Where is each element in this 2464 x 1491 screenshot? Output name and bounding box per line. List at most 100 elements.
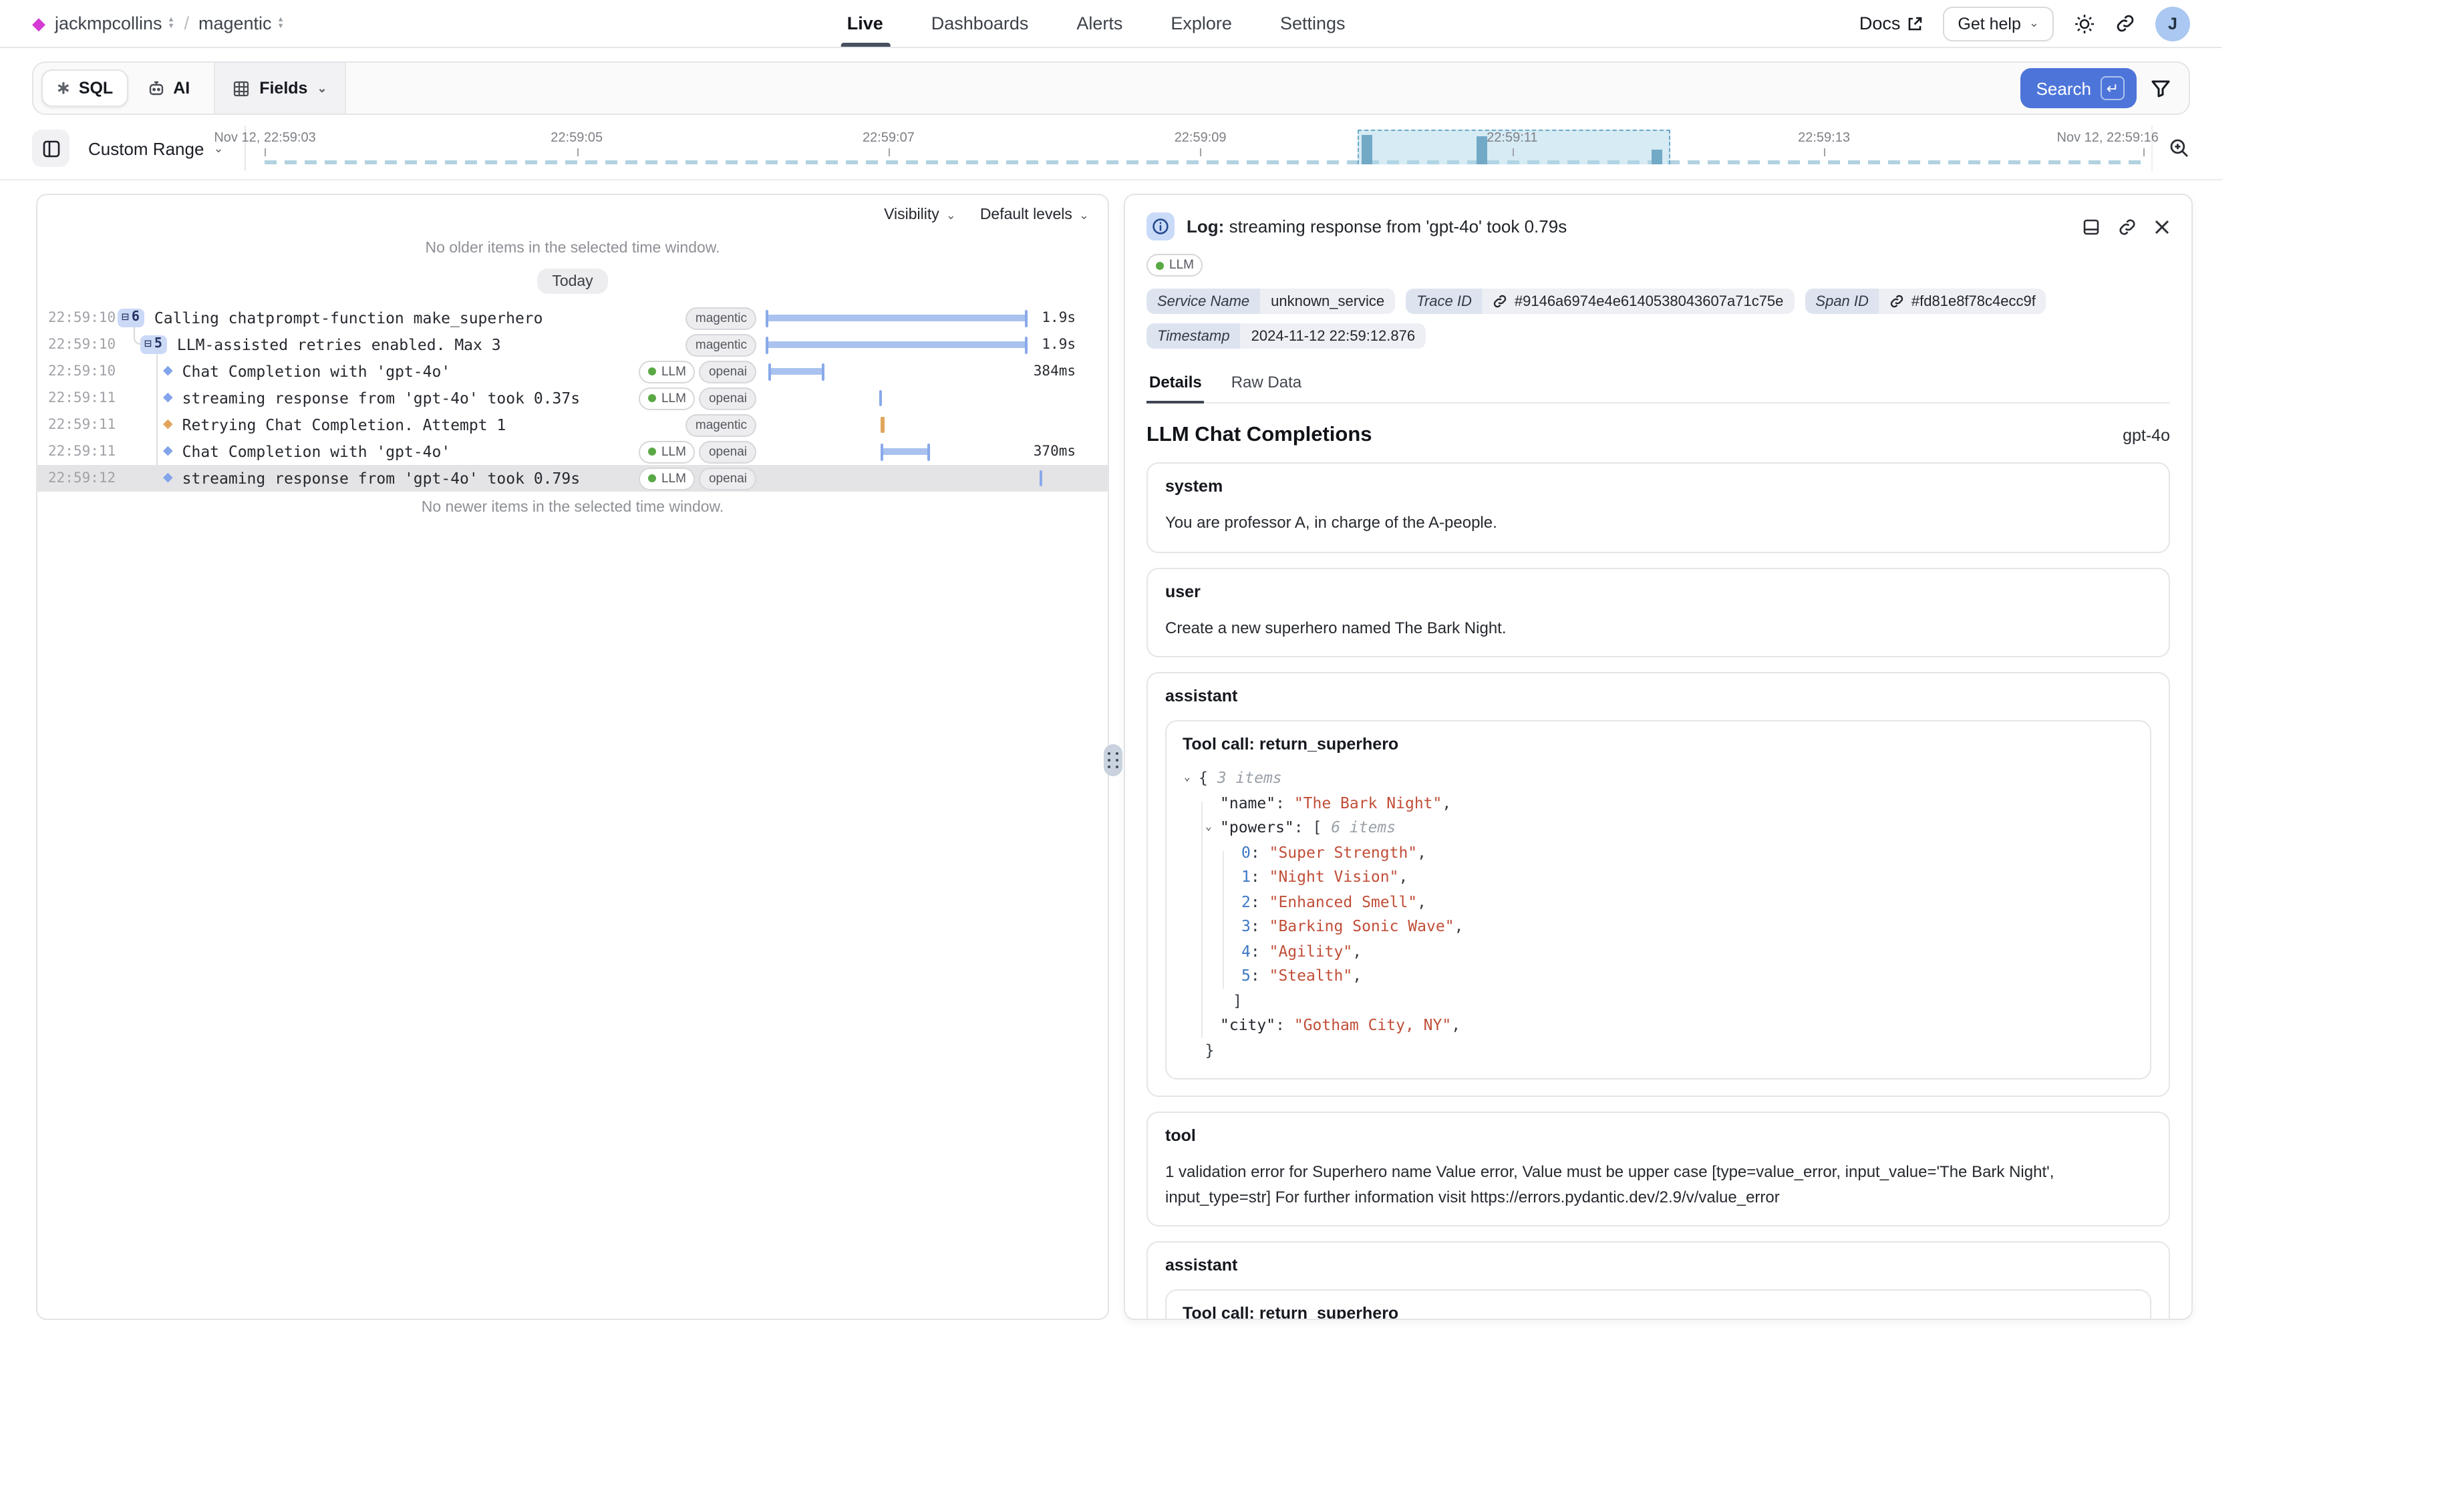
tag-chip-label: openai bbox=[709, 442, 747, 462]
search-input[interactable] bbox=[346, 63, 2020, 114]
custom-range-dropdown[interactable]: Custom Range ⌄ bbox=[88, 138, 224, 158]
json-tree: ⌄{ 3 items"name": "The Bark Night",⌄"pow… bbox=[1183, 766, 2134, 1062]
message-role: tool bbox=[1165, 1126, 2151, 1145]
project-selector[interactable]: magentic ▲▼ bbox=[198, 13, 284, 33]
json-token: 2 bbox=[1241, 892, 1251, 910]
filter-button[interactable] bbox=[2150, 77, 2171, 99]
docs-link[interactable]: Docs bbox=[1859, 13, 1923, 33]
log-row-gantt bbox=[763, 385, 1057, 411]
json-token: : bbox=[1251, 892, 1269, 910]
sort-updown-icon: ▲▼ bbox=[168, 17, 175, 29]
log-row-duration: 1.9s bbox=[1042, 310, 1076, 326]
log-row[interactable]: 22:59:11◆Chat Completion with 'gpt-4o'LL… bbox=[37, 438, 1108, 465]
sql-mode-button[interactable]: ∗ SQL bbox=[41, 69, 128, 107]
timestamp-pill: Timestamp 2024-11-12 22:59:12.876 bbox=[1146, 323, 1426, 349]
log-row-gantt bbox=[763, 438, 1057, 465]
fields-button[interactable]: Fields ⌄ bbox=[214, 63, 345, 114]
tag-chip-openai: openai bbox=[700, 360, 756, 383]
tab-live[interactable]: Live bbox=[847, 0, 883, 47]
default-levels-dropdown[interactable]: Default levels ⌄ bbox=[980, 207, 1089, 223]
log-row-time: 22:59:10 bbox=[37, 337, 104, 353]
copy-link-button[interactable] bbox=[2118, 217, 2137, 236]
collapse-chevron-icon[interactable]: ⌄ bbox=[1184, 766, 1191, 790]
tag-chip-label: openai bbox=[709, 361, 747, 381]
project-name: magentic bbox=[198, 13, 272, 33]
search-button[interactable]: Search ↵ bbox=[2020, 68, 2137, 108]
json-line: } bbox=[1183, 1037, 2134, 1062]
theme-toggle-button[interactable] bbox=[2074, 13, 2095, 34]
duration-tick bbox=[879, 390, 883, 406]
timeline[interactable]: Nov 12, 22:59:0322:59:0522:59:0722:59:09… bbox=[265, 126, 2143, 171]
blue-diamond-icon: ◆ bbox=[163, 446, 173, 458]
timestamp-row: Timestamp 2024-11-12 22:59:12.876 bbox=[1146, 323, 2170, 349]
org-selector[interactable]: jackmpcollins ▲▼ bbox=[55, 13, 174, 33]
log-row[interactable]: 22:59:10⊟5LLM-assisted retries enabled. … bbox=[37, 331, 1108, 358]
tool-call-title: Tool call: return_superhero bbox=[1183, 1305, 2134, 1320]
timeline-baseline bbox=[265, 160, 2143, 164]
tag-chip-label: magentic bbox=[696, 415, 747, 435]
timeline-tick-label: 22:59:13 bbox=[1798, 131, 1850, 146]
chevron-down-icon: ⌄ bbox=[1079, 209, 1089, 221]
log-row-gantt bbox=[763, 331, 1057, 358]
layout-toggle-button[interactable] bbox=[2082, 217, 2101, 236]
log-row-duration: 370ms bbox=[1034, 444, 1076, 460]
nav-actions: Docs Get help ⌄ J bbox=[1859, 6, 2222, 41]
collapse-chevron-icon[interactable]: ⌄ bbox=[1205, 815, 1212, 840]
timeline-histogram-bar bbox=[1477, 136, 1487, 164]
custom-range-label: Custom Range bbox=[88, 138, 204, 158]
json-token: 1 bbox=[1241, 867, 1251, 886]
log-row[interactable]: 22:59:12◆streaming response from 'gpt-4o… bbox=[37, 465, 1108, 492]
json-token: , bbox=[1398, 867, 1408, 886]
json-line: "name": "The Bark Night", bbox=[1183, 790, 2134, 815]
get-help-button[interactable]: Get help ⌄ bbox=[1943, 6, 2054, 41]
chain-link-icon bbox=[1493, 294, 1508, 309]
today-pill[interactable]: Today bbox=[537, 269, 607, 294]
json-token: "Super Strength" bbox=[1269, 842, 1418, 861]
service-name-pill: Service Name unknown_service bbox=[1146, 289, 1395, 314]
tab-dashboards[interactable]: Dashboards bbox=[931, 0, 1029, 47]
tab-explore[interactable]: Explore bbox=[1171, 0, 1232, 47]
detail-tab-details[interactable]: Details bbox=[1146, 366, 1205, 402]
tag-chip-magentic: magentic bbox=[686, 413, 756, 436]
panel-resize-handle[interactable] bbox=[1104, 744, 1122, 776]
log-row[interactable]: 22:59:10⊟6Calling chatprompt-function ma… bbox=[37, 305, 1108, 331]
panel-icon bbox=[41, 138, 61, 158]
tag-chip-magentic: magentic bbox=[686, 333, 756, 356]
ai-label: AI bbox=[173, 79, 190, 98]
detail-tab-raw-data[interactable]: Raw Data bbox=[1229, 366, 1304, 402]
visibility-dropdown[interactable]: Visibility ⌄ bbox=[884, 207, 956, 223]
share-link-button[interactable] bbox=[2115, 13, 2135, 33]
log-row-gantt bbox=[763, 305, 1057, 331]
ai-mode-button[interactable]: AI bbox=[134, 72, 202, 104]
link-icon bbox=[2118, 217, 2137, 236]
search-label: Search bbox=[2036, 78, 2091, 98]
tag-chip-label: LLM bbox=[661, 442, 686, 462]
tab-alerts[interactable]: Alerts bbox=[1076, 0, 1122, 47]
tag-chip-magentic: magentic bbox=[686, 307, 756, 329]
close-button[interactable] bbox=[2154, 218, 2170, 234]
timeline-tick-mark bbox=[1512, 148, 1513, 156]
log-row[interactable]: 22:59:11◆Retrying Chat Completion. Attem… bbox=[37, 411, 1108, 438]
collapse-badge[interactable]: ⊟5 bbox=[140, 335, 168, 354]
tag-chip-label: LLM bbox=[661, 388, 686, 408]
sidebar-toggle-button[interactable] bbox=[32, 130, 69, 167]
json-token: "Agility" bbox=[1269, 941, 1353, 960]
avatar[interactable]: J bbox=[2155, 6, 2190, 41]
tool-call-card: Tool call: return_superhero⌄{ 3 items"na… bbox=[1165, 1290, 2151, 1320]
detail-title-text: streaming response from 'gpt-4o' took 0.… bbox=[1229, 216, 1567, 236]
trace-id-pill[interactable]: Trace ID #9146a6974e4e6140538043607a71c7… bbox=[1406, 289, 1794, 314]
collapse-badge[interactable]: ⊟6 bbox=[118, 309, 145, 327]
span-id-pill[interactable]: Span ID #fd81e8f78c4ecc9f bbox=[1805, 289, 2046, 314]
timeline-tick-label: 22:59:11 bbox=[1487, 131, 1537, 146]
sort-updown-icon: ▲▼ bbox=[277, 17, 285, 29]
tag-chip-label: magentic bbox=[696, 335, 747, 355]
green-dot-icon bbox=[648, 394, 656, 402]
log-row[interactable]: 22:59:11◆streaming response from 'gpt-4o… bbox=[37, 385, 1108, 411]
log-row[interactable]: 22:59:10◆Chat Completion with 'gpt-4o'LL… bbox=[37, 358, 1108, 385]
span-id-label: Span ID bbox=[1805, 289, 1879, 314]
log-row-tags: LLMopenai bbox=[639, 467, 756, 490]
json-line: ] bbox=[1183, 988, 2134, 1013]
llm-tag: LLM bbox=[1146, 254, 1203, 277]
span-id-value: #fd81e8f78c4ecc9f bbox=[1911, 293, 2036, 309]
tab-settings[interactable]: Settings bbox=[1280, 0, 1346, 47]
